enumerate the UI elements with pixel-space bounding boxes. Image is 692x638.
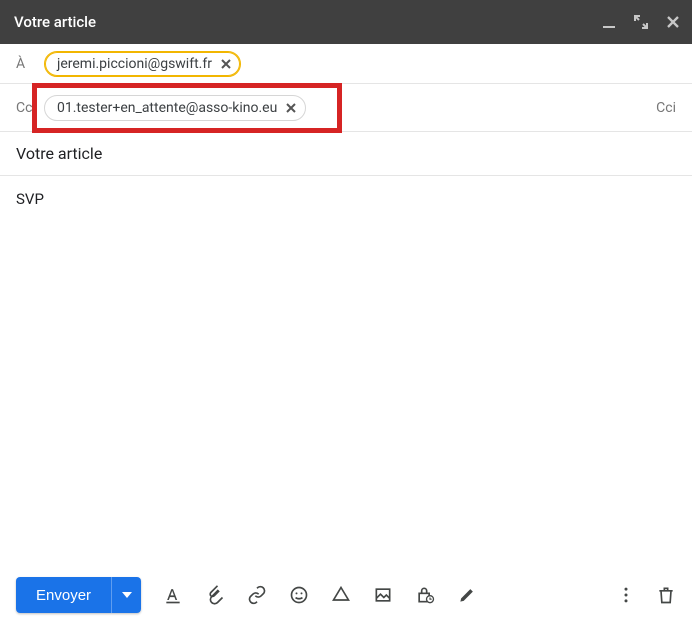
recipient-chip-cc-text: 01.tester+en_attente@asso-kino.eu xyxy=(57,100,277,116)
image-icon[interactable] xyxy=(373,585,393,605)
to-label: À xyxy=(16,56,44,72)
cc-label: Cc xyxy=(16,100,44,116)
trash-icon[interactable] xyxy=(656,585,676,605)
fullscreen-icon[interactable] xyxy=(632,13,650,31)
body-text: SVP xyxy=(16,190,44,208)
formatting-toolbar xyxy=(163,585,477,605)
toolbar-right xyxy=(616,585,676,605)
window-controls xyxy=(600,0,682,44)
chip-remove-icon[interactable] xyxy=(218,56,234,72)
send-button[interactable]: Envoyer xyxy=(16,577,111,613)
paperclip-icon[interactable] xyxy=(205,585,225,605)
format-text-icon[interactable] xyxy=(163,585,183,605)
pen-icon[interactable] xyxy=(457,585,477,605)
message-body[interactable]: SVP xyxy=(0,176,692,556)
recipient-chip-to[interactable]: jeremi.piccioni@gswift.fr xyxy=(44,51,241,77)
close-icon[interactable] xyxy=(664,13,682,31)
bcc-toggle[interactable]: Cci xyxy=(656,100,676,116)
send-more-button[interactable] xyxy=(111,577,141,613)
compose-body: À jeremi.piccioni@gswift.fr Cc 01.tester… xyxy=(0,44,692,556)
subject-field[interactable]: Votre article xyxy=(0,132,692,176)
emoji-icon[interactable] xyxy=(289,585,309,605)
compose-toolbar: Envoyer xyxy=(0,570,692,620)
drive-icon[interactable] xyxy=(331,585,351,605)
more-vert-icon[interactable] xyxy=(616,585,636,605)
subject-text: Votre article xyxy=(16,144,102,163)
minimize-icon[interactable] xyxy=(600,13,618,31)
send-button-group: Envoyer xyxy=(16,577,141,613)
compose-titlebar: Votre article xyxy=(0,0,692,44)
compose-title: Votre article xyxy=(14,13,96,31)
lock-clock-icon[interactable] xyxy=(415,585,435,605)
recipient-chip-to-text: jeremi.piccioni@gswift.fr xyxy=(57,56,212,72)
cc-field-row[interactable]: Cc 01.tester+en_attente@asso-kino.eu Cci xyxy=(0,84,692,132)
recipient-chip-cc[interactable]: 01.tester+en_attente@asso-kino.eu xyxy=(44,95,306,121)
to-field-row[interactable]: À jeremi.piccioni@gswift.fr xyxy=(0,44,692,84)
link-icon[interactable] xyxy=(247,585,267,605)
chip-remove-icon[interactable] xyxy=(283,100,299,116)
